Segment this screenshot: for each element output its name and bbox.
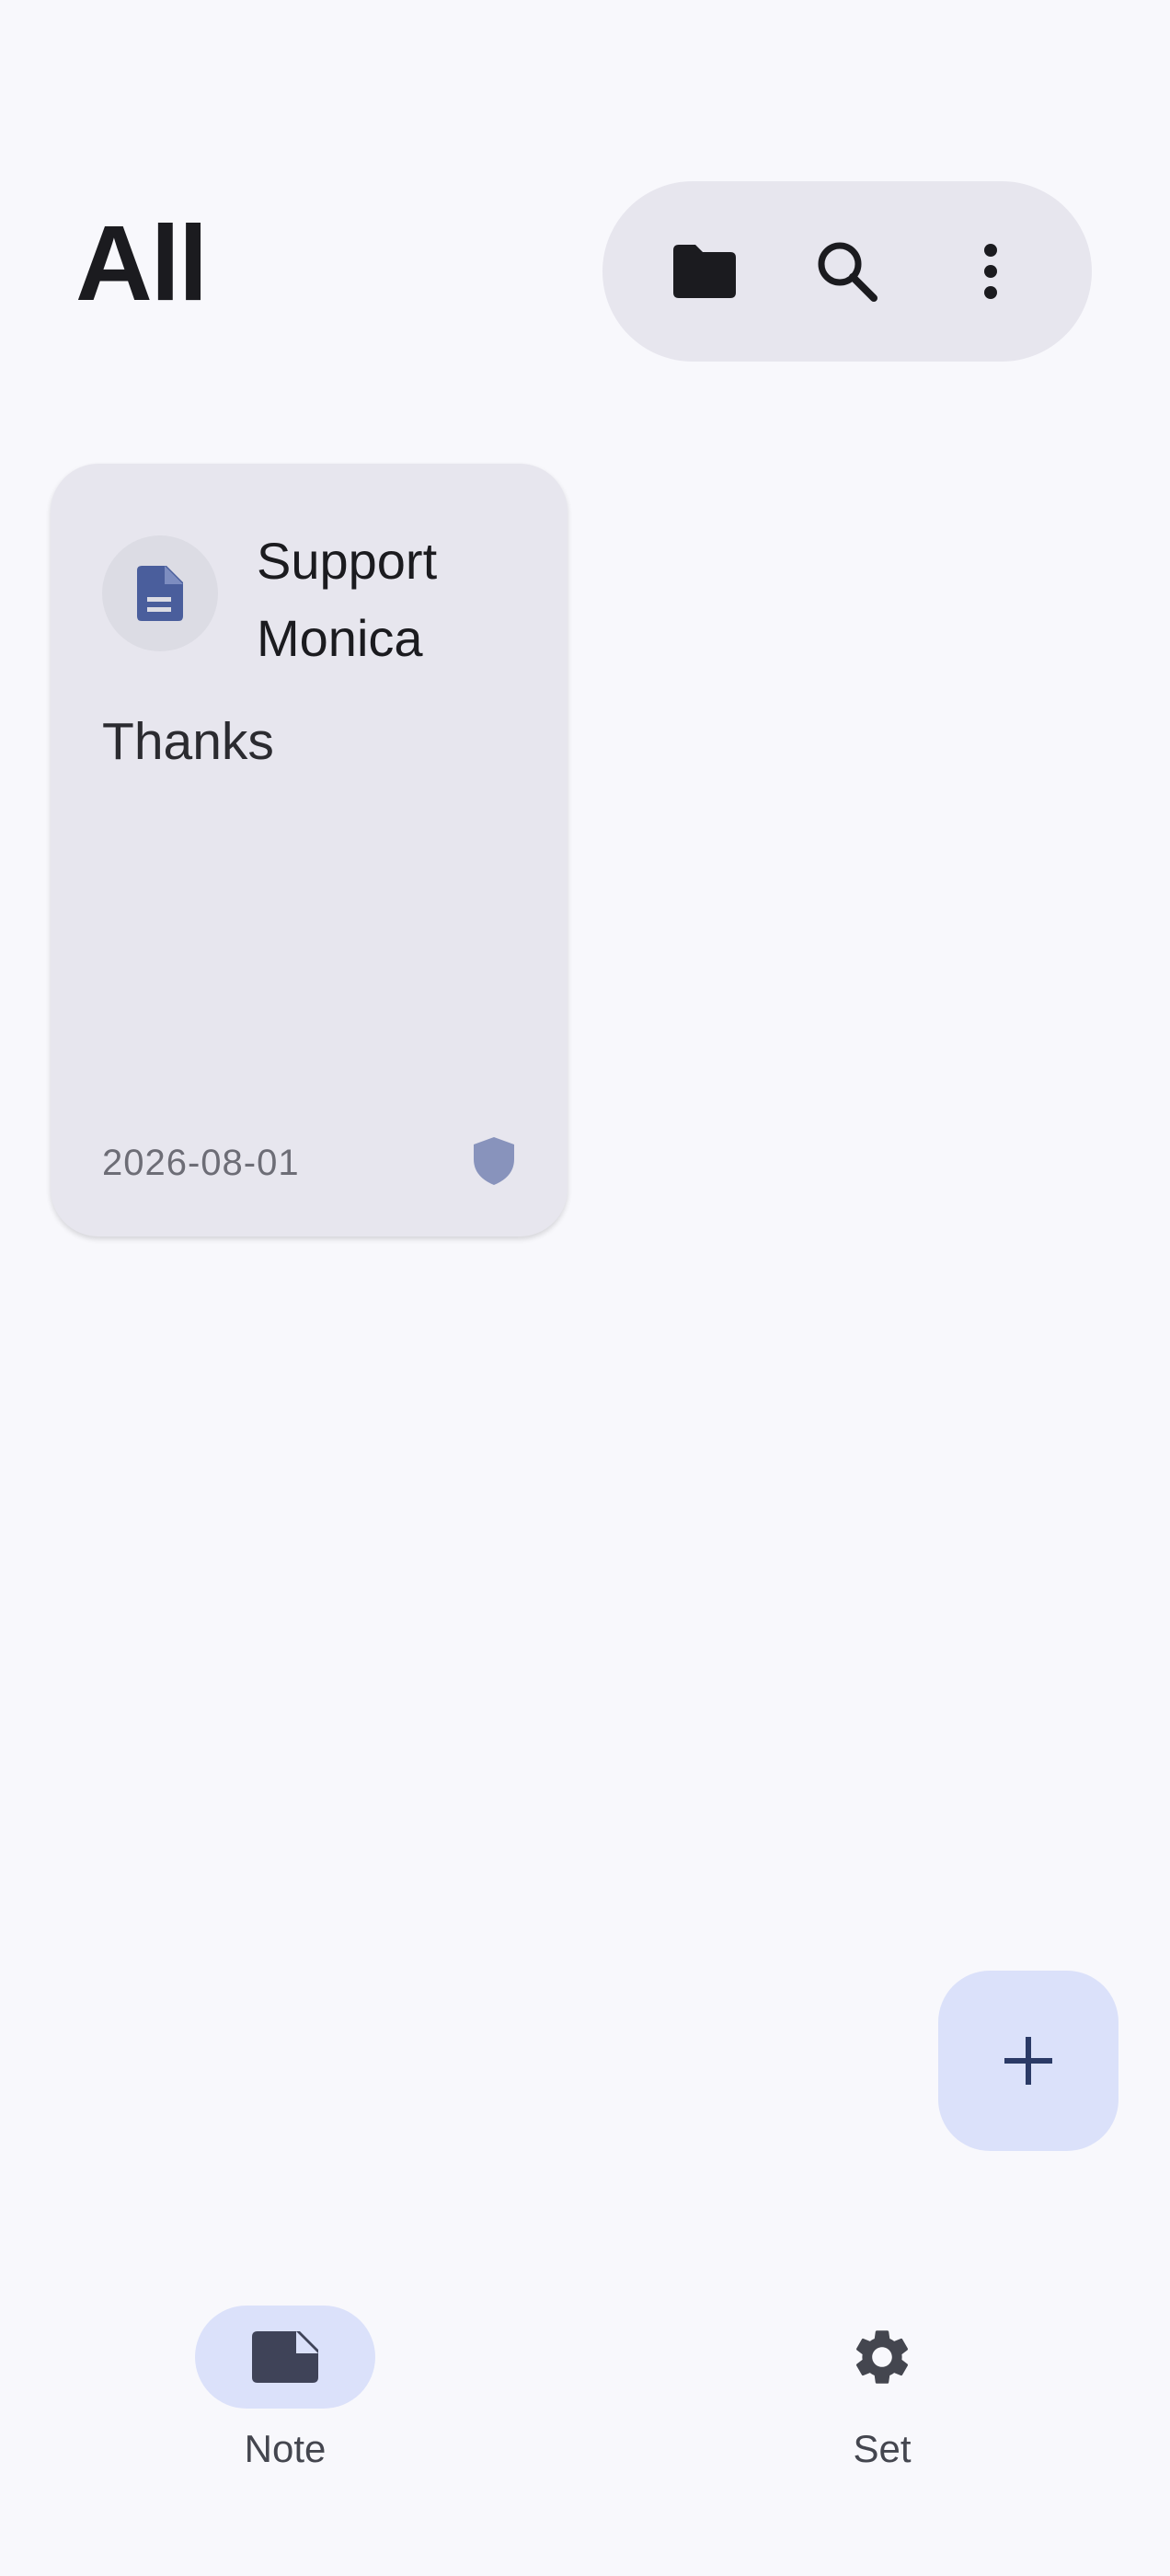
shield-icon [474,1137,514,1185]
document-icon [137,566,183,621]
note-date: 2026-08-01 [102,1143,300,1183]
bottom-navigation: Note Set [0,2254,1170,2576]
page-title: All [75,203,208,323]
note-body: Thanks [102,712,274,771]
top-toolbar [602,181,1092,362]
note-title: Support Monica [257,532,438,667]
nav-indicator [792,2306,972,2409]
nav-label-note: Note [244,2427,327,2470]
folder-button[interactable] [653,221,754,322]
nav-active-indicator [195,2306,375,2409]
add-note-button[interactable] [938,1971,1118,2151]
note-card[interactable]: Support Monica Thanks 2026-08-01 [51,464,568,1236]
note-icon [252,2331,318,2383]
note-type-avatar [102,535,218,651]
search-button[interactable] [797,221,898,322]
more-vert-icon [984,244,997,299]
nav-item-set[interactable]: Set [734,2306,1010,2490]
folder-icon [673,245,736,298]
gear-icon [855,2330,909,2384]
plus-icon [1004,2037,1052,2085]
nav-label-set: Set [853,2427,912,2470]
nav-item-note[interactable]: Note [137,2306,413,2490]
more-options-button[interactable] [940,221,1041,322]
search-icon [818,242,878,302]
